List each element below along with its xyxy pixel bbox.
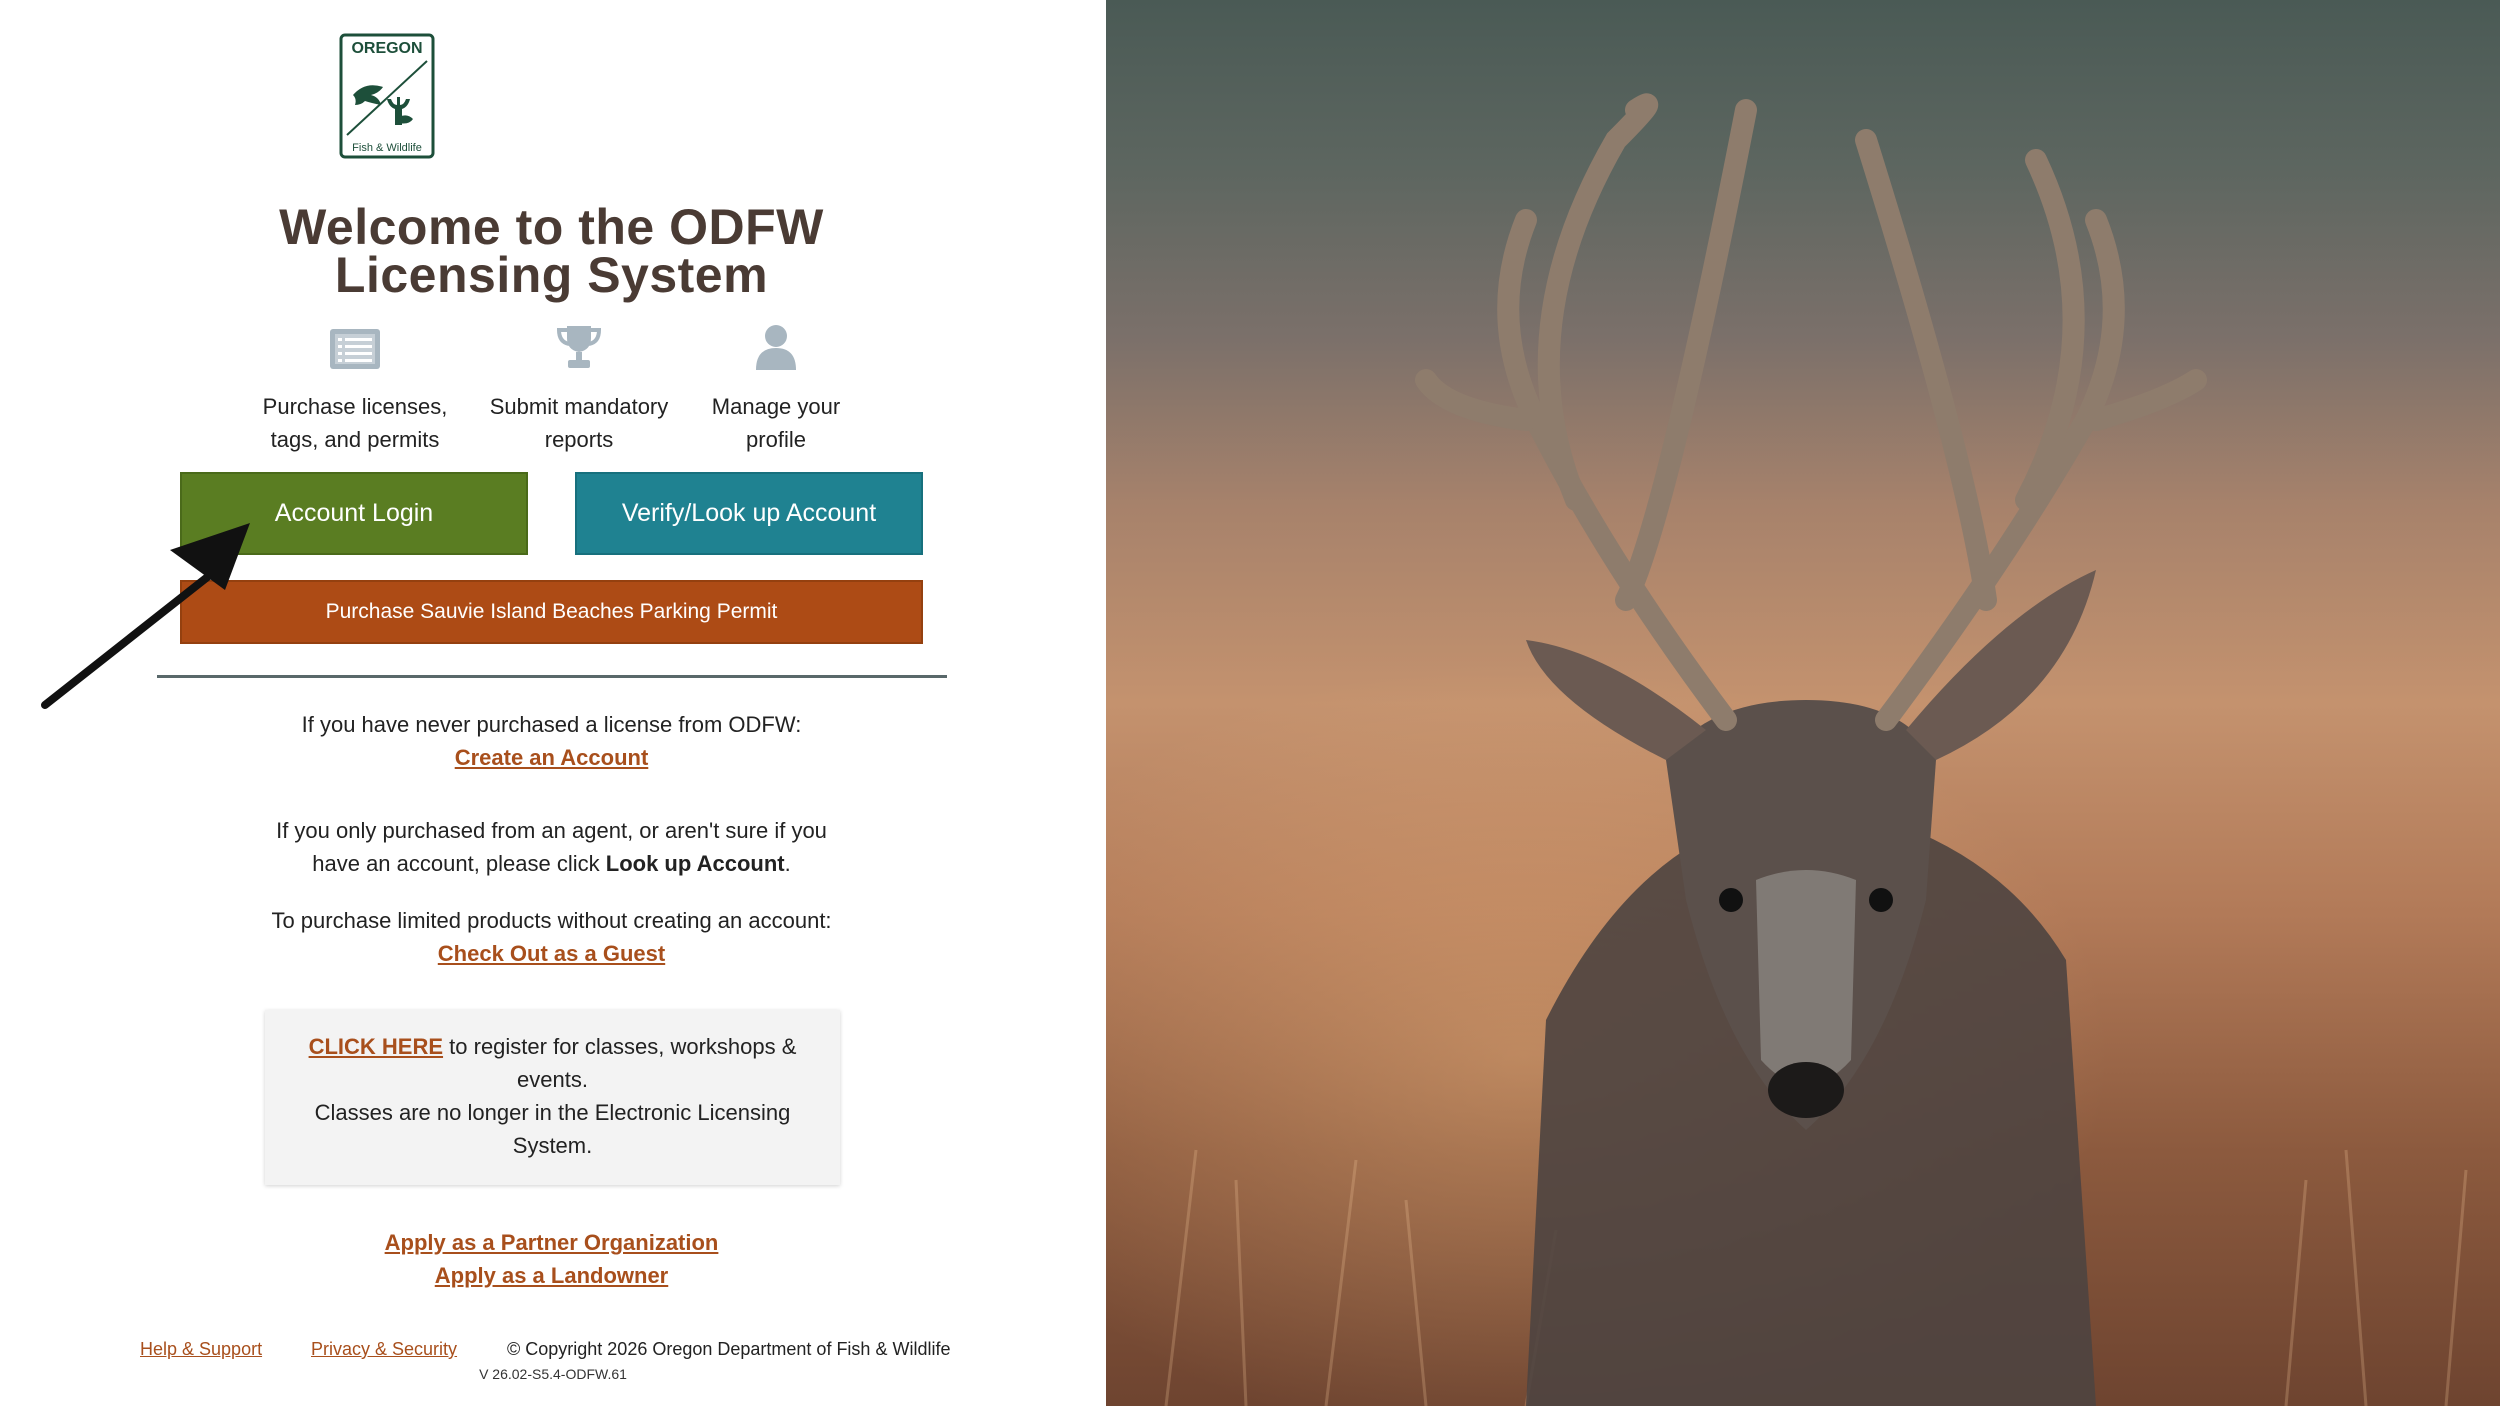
feature-reports-line-2: reports <box>544 427 614 452</box>
classes-text-1: to register for classes, workshops & <box>443 1034 797 1059</box>
classes-notice-box: CLICK HERE to register for classes, work… <box>265 1010 840 1185</box>
agent-text-line-2: have an account, please click Look up Ac… <box>312 851 791 876</box>
page-title: Welcome to the ODFW Licensing System <box>180 199 923 303</box>
trophy-icon <box>556 326 602 368</box>
privacy-security-link[interactable]: Privacy & Security <box>311 1339 457 1360</box>
create-account-link[interactable]: Create an Account <box>455 745 649 770</box>
never-purchased-section: If you have never purchased a license fr… <box>180 708 923 774</box>
logo-top-text: OREGON <box>351 40 422 57</box>
classes-text-3: Classes are no longer in the Electronic … <box>314 1100 791 1125</box>
user-icon <box>756 325 796 370</box>
agent-text-line-1: If you only purchased from an agent, or … <box>276 818 827 843</box>
title-line-1: Welcome to the ODFW <box>279 199 824 255</box>
help-support-link[interactable]: Help & Support <box>140 1339 262 1360</box>
guest-intro-text: To purchase limited products without cre… <box>271 908 832 933</box>
sauvie-island-parking-permit-button[interactable]: Purchase Sauvie Island Beaches Parking P… <box>180 580 923 644</box>
feature-reports: Submit mandatory reports <box>479 320 679 456</box>
apply-partner-link[interactable]: Apply as a Partner Organization <box>385 1230 719 1255</box>
verify-lookup-account-button[interactable]: Verify/Look up Account <box>575 472 923 555</box>
list-icon <box>330 329 380 369</box>
apply-links: Apply as a Partner Organization Apply as… <box>180 1226 923 1292</box>
left-panel: OREGON Fish & Wildlife Welcome to the OD… <box>0 0 1106 1406</box>
version-text: V 26.02-S5.4-ODFW.61 <box>479 1366 627 1382</box>
feature-purchase: Purchase licenses, tags, and permits <box>255 320 455 456</box>
deer-image <box>1164 93 2468 1406</box>
click-here-link[interactable]: CLICK HERE <box>309 1034 443 1059</box>
deer-photo <box>1106 0 2500 1406</box>
account-login-button[interactable]: Account Login <box>180 472 528 555</box>
title-line-2: Licensing System <box>334 247 769 303</box>
divider <box>157 675 947 678</box>
classes-text-2: events. <box>517 1067 588 1092</box>
odfw-logo: OREGON Fish & Wildlife <box>339 33 435 159</box>
feature-profile-line-1: Manage your <box>711 394 841 419</box>
feature-reports-line-1: Submit mandatory <box>489 394 669 419</box>
feature-purchase-line-2: tags, and permits <box>270 427 440 452</box>
guest-checkout-link[interactable]: Check Out as a Guest <box>438 941 665 966</box>
copyright-text: © Copyright 2026 Oregon Department of Fi… <box>507 1339 951 1359</box>
logo-bottom-text: Fish & Wildlife <box>352 142 422 154</box>
feature-profile: Manage your profile <box>676 320 876 456</box>
never-purchased-text: If you have never purchased a license fr… <box>301 712 802 737</box>
feature-purchase-line-1: Purchase licenses, <box>262 394 448 419</box>
classes-text-4: System. <box>512 1133 593 1158</box>
lookup-account-emphasis: Look up Account <box>605 851 785 876</box>
guest-section: To purchase limited products without cre… <box>180 904 923 970</box>
apply-landowner-link[interactable]: Apply as a Landowner <box>435 1263 669 1288</box>
agent-purchase-section: If you only purchased from an agent, or … <box>180 814 923 880</box>
feature-profile-line-2: profile <box>746 427 806 452</box>
